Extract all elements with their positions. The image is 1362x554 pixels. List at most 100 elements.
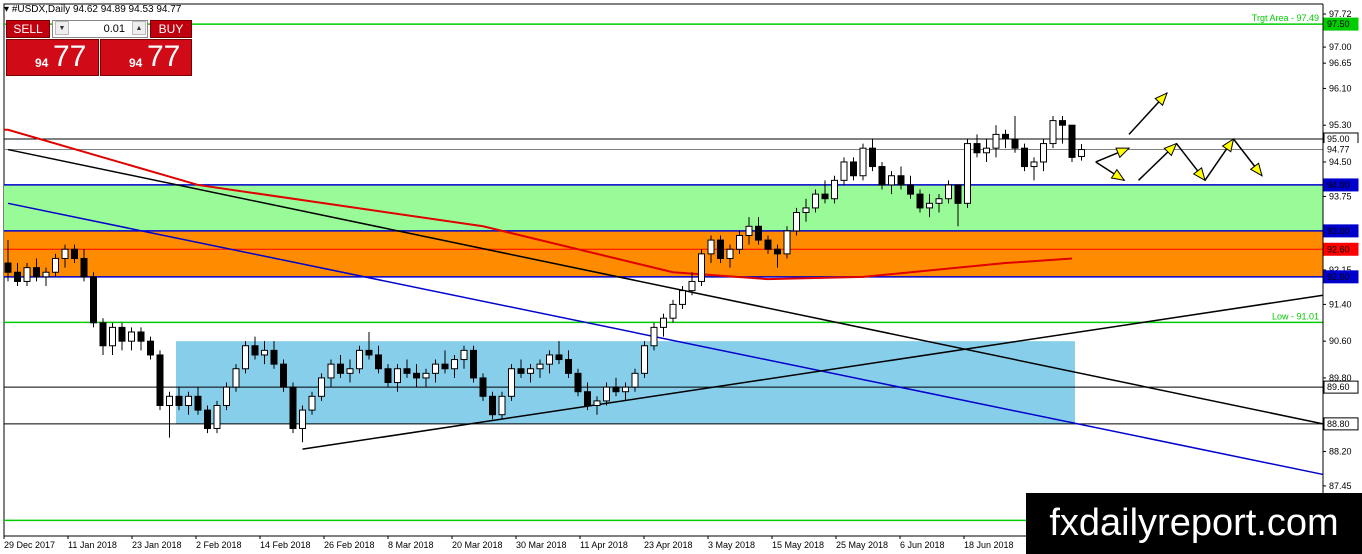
candle-body [1049,120,1057,145]
level-badge-label: 97.50 [1327,19,1350,29]
candle-body [1040,143,1047,163]
candle-body [755,225,762,241]
x-tick-label: 23 Jan 2018 [132,540,182,550]
candle-body [175,395,183,406]
candle-body [346,368,354,374]
y-tick-label: 87.45 [1329,481,1352,491]
candle-body [926,202,933,209]
candle-body [356,349,363,370]
candle-body [33,267,40,278]
zone-green [4,184,1323,231]
candle-body [669,303,677,319]
candle-body [71,248,78,259]
x-tick-label: 25 May 2018 [836,540,888,550]
level-badge-label: 92.00 [1327,272,1350,282]
symbol-header: ▾ #USDX,Daily 94.62 94.89 94.53 94.77 [4,4,181,15]
candle-body [441,363,449,370]
candle-body [413,372,420,379]
candle-body [118,326,126,342]
candle-body [147,340,154,356]
x-tick-label: 11 Jan 2018 [68,540,117,550]
level-badge-label: 88.80 [1327,419,1350,429]
candle-body [4,262,12,273]
candle-body [422,372,430,379]
candle-body [840,161,848,181]
x-tick-label: 20 Mar 2018 [452,540,503,550]
y-tick-label: 94.50 [1329,157,1352,167]
x-tick-label: 30 Mar 2018 [516,540,567,550]
price-chart[interactable]: Trgt Area - 97.49Low - 91.01 97.7297.009… [0,0,1362,554]
sell-price-prefix: 94 [35,56,49,70]
x-tick-label: 3 May 2018 [708,540,755,550]
candle-body [660,317,667,328]
chart-window-icon: ▾ [4,4,10,15]
buy-price-prefix: 94 [129,56,143,70]
y-tick-label: 95.30 [1329,120,1352,130]
candle-body [1021,147,1028,168]
candle-body [916,193,924,209]
candle-body [1002,133,1009,140]
candle-body [432,363,439,374]
price-level-text: Trgt Area - 97.49 [1252,13,1319,23]
x-tick-label: 6 Jun 2018 [900,540,945,550]
candle-body [365,349,373,356]
candle-body [14,271,21,282]
candle-body [774,248,781,255]
candle-body [793,212,800,232]
candle-body [831,179,838,200]
candle-body [802,207,810,214]
one-click-trade-panel: SELL 0.01 ▼ ▲ BUY 94 77 94 77 [6,20,192,76]
candle-body [460,349,468,361]
candle-body [508,368,515,397]
candle-body [80,257,88,278]
symbol-header-text: #USDX,Daily 94.62 94.89 94.53 94.77 [11,4,182,15]
projection-arrows-layer [1095,92,1263,182]
buy-button[interactable]: BUY [150,20,192,38]
y-tick-label: 96.10 [1329,83,1352,93]
x-tick-label: 29 Dec 2017 [4,540,55,550]
level-badge-label: 95.00 [1327,134,1350,144]
candle-body [289,386,297,429]
candle-body [489,395,496,416]
candle-body [156,354,164,406]
sell-price-box[interactable]: 94 77 [6,39,99,76]
candle-body [479,377,487,397]
candle-body [964,143,971,204]
buy-price-box[interactable]: 94 77 [100,39,192,76]
chevron-down-icon[interactable]: ▼ [55,21,69,35]
candle-body [698,253,705,282]
candle-body [204,409,211,429]
x-tick-label: 15 May 2018 [772,540,824,550]
candle-body [973,143,981,154]
candle-body [308,395,316,411]
sell-button[interactable]: SELL [6,20,50,38]
candle-body [631,372,639,388]
candle-body [327,363,335,379]
candle-body [821,193,829,200]
x-tick-label: 26 Feb 2018 [324,540,375,550]
candle-body [261,349,268,356]
candle-body [23,267,31,282]
candle-body [223,386,230,407]
candle-body [109,326,116,347]
candle-body [337,363,344,374]
candle-body [1078,149,1085,157]
level-badge-label: 89.60 [1327,382,1350,392]
candle-body [574,372,582,393]
y-tick-label: 91.40 [1329,299,1352,309]
candle-body [384,368,392,384]
candle-body [603,386,610,402]
candle-body [641,345,648,374]
x-tick-label: 11 Apr 2018 [580,540,628,550]
candle-body [137,331,145,342]
candle-body [470,349,477,379]
projection-arrow-head [1249,162,1263,177]
candle-body [812,193,819,209]
chevron-up-icon[interactable]: ▲ [132,21,146,35]
candle-body [375,354,382,370]
candle-body [859,147,867,177]
candle-body [128,331,135,342]
candle-body [622,386,629,393]
candle-body [546,354,553,365]
candle-body [242,345,249,370]
